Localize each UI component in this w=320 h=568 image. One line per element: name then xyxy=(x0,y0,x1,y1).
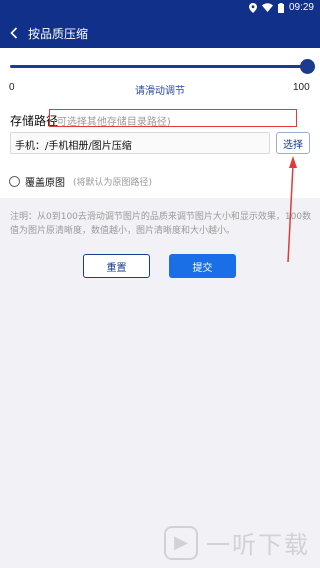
watermark: ▶ 一听下载 xyxy=(164,525,310,560)
annotation-arrow-icon xyxy=(287,156,297,263)
watermark-text: 一听下载 xyxy=(206,531,310,559)
watermark-logo-icon: ▶ xyxy=(164,525,198,560)
